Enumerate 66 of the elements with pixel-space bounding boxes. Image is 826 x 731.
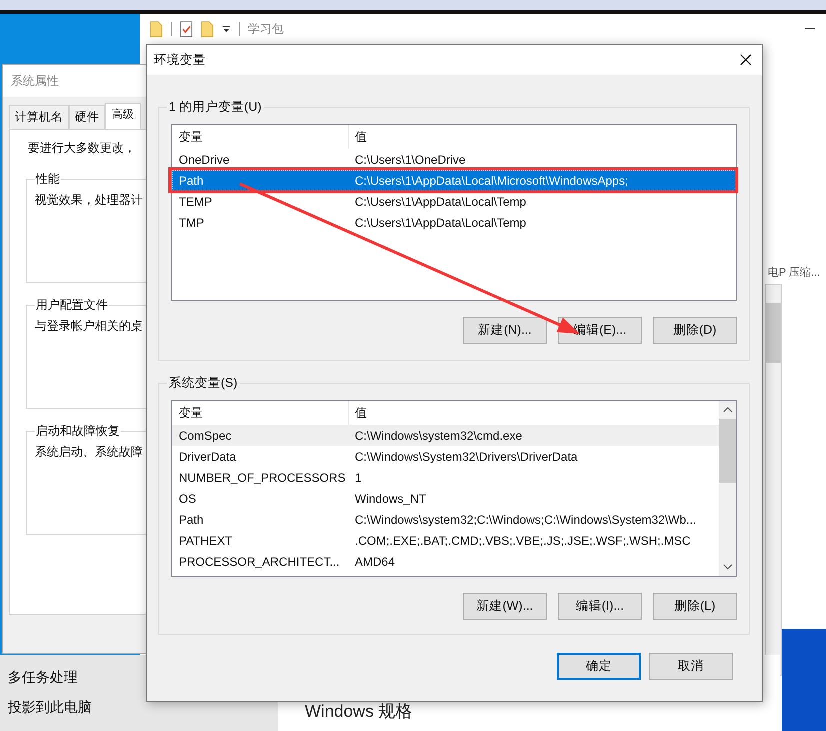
variable-name: Path xyxy=(178,512,205,526)
variable-name: OS xyxy=(178,492,198,506)
column-header[interactable]: 变量 xyxy=(173,125,349,149)
variable-value: Windows_NT xyxy=(354,492,428,506)
variable-row[interactable]: PATHEXT .COM;.EXE;.BAT;.CMD;.VBS;.VBE;.JS;.JSE;.WSF;.WSH;.MSC xyxy=(172,530,719,551)
file-name: 电P 压缩... xyxy=(768,266,820,280)
variable-name: TMP xyxy=(178,216,206,230)
scroll-up-icon[interactable] xyxy=(722,406,732,414)
tab[interactable]: 硬件 xyxy=(69,105,105,129)
variable-value: C:\Windows\System32\Drivers\DriverData xyxy=(354,450,579,464)
scrollbar[interactable] xyxy=(765,284,782,676)
group-description: 系统启动、系统故障 xyxy=(35,445,143,459)
dialog-button[interactable]: 删除(D) xyxy=(653,317,737,344)
dialog-button[interactable]: 新建(N)... xyxy=(463,317,547,344)
group-label: 系统变量(S) xyxy=(168,375,239,392)
dialog-button[interactable]: 取消 xyxy=(649,653,733,680)
group-label: 1 的用户变量(U) xyxy=(168,99,263,116)
variable-row[interactable]: NUMBER_OF_PROCESSORS 1 xyxy=(172,467,719,488)
scroll-down-icon[interactable] xyxy=(722,563,732,571)
variable-name: DriverData xyxy=(178,450,238,464)
column-header[interactable]: 值 xyxy=(349,125,735,149)
variable-value: C:\Users\1\AppData\Local\Temp xyxy=(354,216,528,230)
dialog-button[interactable]: 编辑(I)... xyxy=(558,593,642,620)
variable-value: C:\Windows\system32;C:\Windows;C:\Windows\System32\Wb... xyxy=(354,512,698,526)
section-heading: Windows 规格 xyxy=(305,702,413,721)
variable-name: NUMBER_OF_PROCESSORS xyxy=(178,470,347,484)
variable-name: PATHEXT xyxy=(178,534,234,548)
group-label: 启动和故障恢复 xyxy=(35,423,121,440)
variable-value: AMD64 xyxy=(354,554,396,568)
close-icon[interactable] xyxy=(740,54,752,66)
variable-row[interactable]: DriverData C:\Windows\System32\Drivers\DriverData xyxy=(172,446,719,467)
variable-value: C:\Users\1\AppData\Local\Temp xyxy=(354,194,528,208)
tab[interactable]: 高级 xyxy=(105,103,141,129)
variable-name: OneDrive xyxy=(178,152,231,166)
properties-icon[interactable] xyxy=(180,20,193,38)
variable-row[interactable]: OneDrive C:\Users\1\OneDrive xyxy=(172,149,736,170)
variable-row[interactable]: ComSpec C:\Windows\system32\cmd.exe xyxy=(172,425,719,446)
variable-row[interactable]: Path C:\Users\1\AppData\Local\Microsoft\WindowsApps; xyxy=(172,170,736,191)
group-description: 与登录帐户相关的桌 xyxy=(35,319,143,333)
group-label: 性能 xyxy=(35,171,61,188)
dialog-button[interactable]: 新建(W)... xyxy=(463,593,547,620)
variable-row[interactable]: Path C:\Windows\system32;C:\Windows;C:\Windows\System32\Wb... xyxy=(172,509,719,530)
variable-row[interactable]: TMP C:\Users\1\AppData\Local\Temp xyxy=(172,212,736,233)
variable-name: Path xyxy=(178,174,205,188)
group-label: 用户配置文件 xyxy=(35,297,109,314)
scrollbar[interactable] xyxy=(719,401,736,576)
variable-value: C:\Users\1\OneDrive xyxy=(354,152,467,166)
group-description: 视觉效果，处理器计 xyxy=(35,193,143,207)
variable-value: C:\Windows\system32\cmd.exe xyxy=(354,428,524,442)
dialog-button[interactable]: 删除(L) xyxy=(653,593,737,620)
variable-value: .COM;.EXE;.BAT;.CMD;.VBS;.VBE;.JS;.JSE;.WSF;.WSH;.MSC xyxy=(354,534,692,548)
variable-value: C:\Users\1\AppData\Local\Microsoft\WindowsApps; xyxy=(354,174,630,188)
variable-name: TEMP xyxy=(178,194,214,208)
variable-row[interactable]: PROCESSOR_ARCHITECT... AMD64 xyxy=(172,551,719,572)
variable-value: 1 xyxy=(354,470,363,484)
column-header[interactable]: 值 xyxy=(349,401,718,425)
variable-name: ComSpec xyxy=(178,428,233,442)
folder-name: 学习包 xyxy=(248,20,284,38)
dialog-button[interactable]: 确定 xyxy=(557,653,641,680)
variable-row[interactable]: OS Windows_NT xyxy=(172,488,719,509)
intro-text: 要进行大多数更改， xyxy=(28,140,137,157)
variable-row[interactable]: TEMP C:\Users\1\AppData\Local\Temp xyxy=(172,191,736,212)
tab[interactable]: 计算机名 xyxy=(9,105,69,129)
dropdown-icon[interactable] xyxy=(222,24,231,34)
variable-name: PROCESSOR_ARCHITECT... xyxy=(178,554,341,568)
nav-item[interactable]: 投影到此电脑 xyxy=(8,699,270,717)
